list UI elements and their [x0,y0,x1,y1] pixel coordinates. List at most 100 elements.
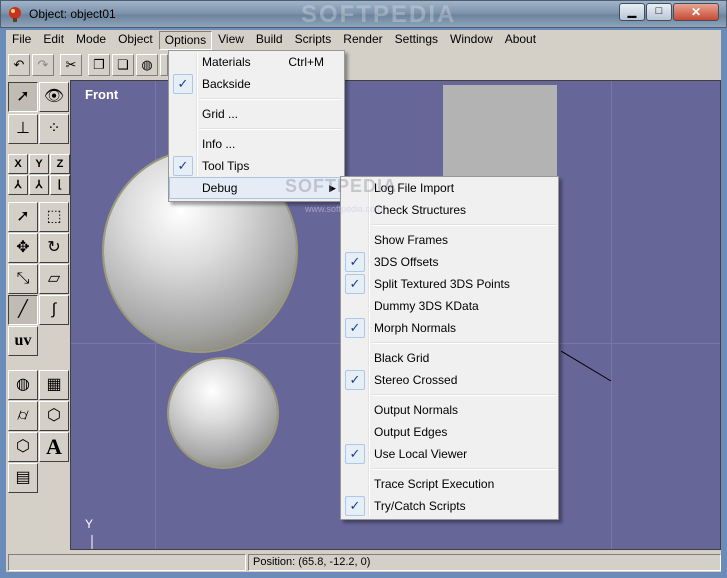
menu-item-output-edges[interactable]: Output Edges [341,421,558,443]
menu-item-stereo-crossed[interactable]: ✓ Stereo Crossed [341,369,558,391]
hexagon-icon: ⬡ [16,438,30,455]
redo-button[interactable]: ↷ [32,54,54,76]
menu-item-output-normals[interactable]: Output Normals [341,399,558,421]
cut-button[interactable]: ✂ [60,54,82,76]
menu-scripts[interactable]: Scripts [289,30,338,49]
polygon-primitive-button[interactable]: ⬡ [8,432,38,462]
menu-item-trace-script[interactable]: Trace Script Execution [341,473,558,495]
axis-tool-button[interactable]: ⊥ [8,114,38,144]
curve-tool-button[interactable]: ∫ [39,295,69,325]
cube-primitive-button[interactable]: ▦ [39,370,69,400]
shear-tool-button[interactable]: ▱ [39,264,69,294]
menu-mode[interactable]: Mode [70,30,112,49]
menu-item-label: Stereo Crossed [374,373,458,387]
checkmark-icon: ✓ [345,496,365,516]
paste-button[interactable]: ❏ [112,54,134,76]
checkmark-icon: ✓ [173,156,193,176]
copy-icon: ❐ [93,57,105,72]
close-button[interactable]: ✕ [673,3,719,21]
move-tool-button[interactable]: ✥ [8,233,38,263]
select-tool-button[interactable]: ➚ [8,82,38,112]
line-icon: ╱ [18,301,28,318]
status-position: Position: (65.8, -12.2, 0) [248,554,721,571]
menu-options[interactable]: Options [158,31,213,50]
menu-item-materials[interactable]: Materials Ctrl+M [169,51,344,73]
undo-button[interactable]: ↶ [8,54,30,76]
menu-item-label: Output Edges [374,425,448,439]
uv-tool-button[interactable]: uv [8,326,38,356]
menu-item-3ds-offsets[interactable]: ✓ 3DS Offsets [341,251,558,273]
checkmark-icon: ✓ [173,74,193,94]
menu-item-grid[interactable]: Grid ... [169,103,344,125]
menu-edit[interactable]: Edit [37,30,70,49]
menu-view[interactable]: View [212,30,250,49]
polyhedron-primitive-button[interactable]: ⬡ [39,401,69,431]
menu-item-label: Use Local Viewer [374,447,468,461]
menu-build[interactable]: Build [250,30,289,49]
z-axis-button[interactable]: Z [50,154,70,174]
pick-tool-button[interactable]: ➚ [8,202,38,232]
status-panel-left [8,554,246,571]
menu-file[interactable]: File [6,30,37,49]
cube-icon: ▦ [46,376,62,393]
y-axis-button[interactable]: Y [29,154,49,174]
line-tool-button[interactable]: ╱ [8,295,38,325]
menu-item-label: Materials [202,55,251,69]
maximize-button[interactable]: □ [646,3,672,21]
close-icon: ✕ [690,5,702,19]
polyhedron-icon: ⬡ [47,407,61,424]
minimize-button[interactable]: ▁ [619,3,645,21]
menu-object[interactable]: Object [112,30,159,49]
sphere-object[interactable] [169,359,277,467]
arrow-cursor-icon: ➚ [16,208,30,225]
menu-item-label: Show Frames [374,233,449,247]
table-tool-button[interactable]: ▤ [8,463,38,493]
menu-item-label: Dummy 3DS KData [374,299,479,313]
scale-tool-button[interactable]: ⤡ [8,264,38,294]
menu-settings[interactable]: Settings [389,30,444,49]
text-tool-button[interactable]: A [39,432,69,462]
eye-icon: 👁 [43,88,65,105]
line-object [561,351,612,382]
pivot-3-button[interactable]: ⌊ [50,175,70,195]
menu-about[interactable]: About [499,30,542,49]
checkmark-icon: ✓ [345,274,365,294]
menu-item-black-grid[interactable]: Black Grid [341,347,558,369]
menu-item-split-textured[interactable]: ✓ Split Textured 3DS Points [341,273,558,295]
copy-button[interactable]: ❐ [88,54,110,76]
toolbar-more-button[interactable] [160,54,168,76]
grid-line [611,81,612,549]
x-axis-button[interactable]: X [8,154,28,174]
render-button[interactable]: ◍ [136,54,158,76]
marquee-tool-button[interactable]: ⬚ [39,202,69,232]
curve-icon: ∫ [51,301,57,318]
menu-item-try-catch[interactable]: ✓ Try/Catch Scripts [341,495,558,517]
rotate-tool-button[interactable]: ↻ [39,233,69,263]
status-bar: Position: (65.8, -12.2, 0) [6,553,721,572]
menu-item-use-local-viewer[interactable]: ✓ Use Local Viewer [341,443,558,465]
pivot-1-button[interactable]: ⅄ [8,175,28,195]
menu-window[interactable]: Window [444,30,499,49]
view-tool-button[interactable]: 👁 [39,82,69,112]
menu-item-label: Morph Normals [374,321,457,335]
axis-y-label: Y [85,517,94,531]
menu-item-info[interactable]: Info ... [169,133,344,155]
toolbar: ↶ ↷ ✂ ❐ ❏ ◍ [6,52,721,78]
cylinder-primitive-button[interactable]: ⌭ [8,401,38,431]
menu-item-dummy-kdata[interactable]: Dummy 3DS KData [341,295,558,317]
menu-item-shortcut: Ctrl+M [288,55,324,69]
checkmark-icon: ✓ [345,444,365,464]
shear-icon: ▱ [47,270,61,287]
menu-render[interactable]: Render [337,30,388,49]
box-object[interactable] [443,85,557,180]
scissors-icon: ✂ [65,57,77,72]
menu-item-show-frames[interactable]: Show Frames [341,229,558,251]
menu-item-backside[interactable]: ✓ Backside [169,73,344,95]
menu-item-tooltips[interactable]: ✓ Tool Tips [169,155,344,177]
menu-item-label: Backside [202,77,251,91]
menu-item-morph-normals[interactable]: ✓ Morph Normals [341,317,558,339]
points-tool-button[interactable]: ⁘ [39,114,69,144]
pivot-2-button[interactable]: ⅄ [29,175,49,195]
sphere-primitive-button[interactable]: ◍ [8,370,38,400]
sphere-icon: ◍ [16,376,30,393]
